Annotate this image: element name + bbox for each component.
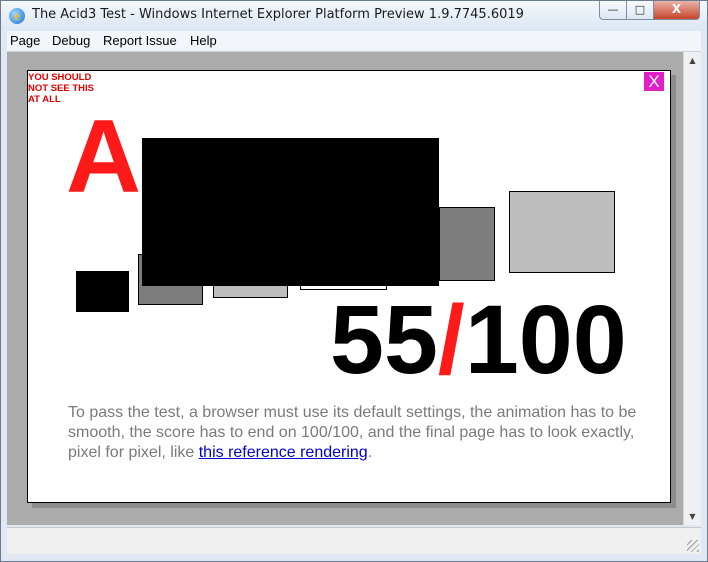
ie-logo-icon: e xyxy=(9,8,25,24)
instructions-text: To pass the test, a browser must use its… xyxy=(68,403,648,463)
status-bar xyxy=(7,527,701,554)
document-viewport[interactable]: YOU SHOULD NOT SEE THIS AT ALL X A 55/10… xyxy=(7,52,683,525)
resize-grip-icon[interactable] xyxy=(687,540,699,552)
close-icon: X xyxy=(671,2,682,16)
minimize-icon: — xyxy=(607,3,619,16)
browser-window: e The Acid3 Test - Windows Internet Expl… xyxy=(0,0,708,562)
maximize-icon: □ xyxy=(634,3,646,16)
score-value: 55 xyxy=(330,285,438,394)
test-box-1 xyxy=(76,271,129,312)
x-close-button[interactable]: X xyxy=(644,72,664,91)
menu-item-report-issue[interactable]: Report Issue xyxy=(103,33,177,48)
menu-item-debug[interactable]: Debug xyxy=(52,33,90,48)
score-display: 55/100 xyxy=(330,291,627,388)
vertical-scrollbar[interactable]: ▲ ▼ xyxy=(683,52,701,525)
reference-rendering-link[interactable]: this reference rendering xyxy=(199,444,368,461)
acid3-heading: A xyxy=(66,99,142,215)
overlay-box xyxy=(142,138,439,286)
maximize-button[interactable]: □ xyxy=(626,1,654,20)
score-separator: / xyxy=(437,285,465,394)
acid3-page: YOU SHOULD NOT SEE THIS AT ALL X A 55/10… xyxy=(27,70,671,503)
menu-item-help[interactable]: Help xyxy=(190,33,217,48)
instructions-end: . xyxy=(367,444,373,461)
minimize-button[interactable]: — xyxy=(599,1,627,20)
test-box-5 xyxy=(439,207,495,281)
test-box-6 xyxy=(509,191,615,273)
menu-bar: Page Debug Report Issue Help xyxy=(7,31,701,52)
scroll-down-icon[interactable]: ▼ xyxy=(684,508,701,525)
score-total: 100 xyxy=(464,285,627,394)
close-window-button[interactable]: X xyxy=(653,1,700,20)
scroll-up-icon[interactable]: ▲ xyxy=(684,52,701,69)
window-title: The Acid3 Test - Windows Internet Explor… xyxy=(32,7,524,22)
menu-item-page[interactable]: Page xyxy=(10,33,40,48)
title-bar[interactable]: e The Acid3 Test - Windows Internet Expl… xyxy=(1,1,707,31)
